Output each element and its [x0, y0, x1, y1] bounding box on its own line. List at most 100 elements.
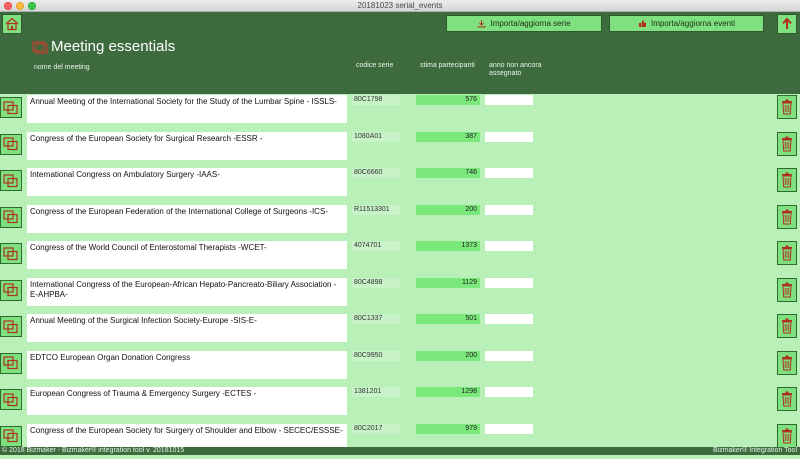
copy-icon — [3, 173, 18, 187]
duplicate-button[interactable] — [0, 279, 22, 301]
unassigned-year-field[interactable] — [485, 168, 533, 178]
meeting-name-field[interactable]: Congress of the European Society for Sur… — [27, 131, 347, 160]
delete-button[interactable] — [777, 131, 797, 156]
import-events-button[interactable]: Importa/aggiorna eventi — [609, 15, 764, 32]
status-bar: © 2018 Bizmaker - Bizmaker® integration … — [0, 447, 800, 455]
import-series-button[interactable]: Importa/aggiorna serie — [446, 15, 602, 32]
series-code-field[interactable]: 4074701 — [352, 241, 400, 251]
trash-icon — [782, 245, 792, 261]
header-bar: Importa/aggiorna serie Importa/aggiorna … — [0, 12, 800, 94]
unassigned-year-field[interactable] — [485, 241, 533, 251]
column-header-code: codice serie — [356, 62, 394, 69]
delete-button[interactable] — [777, 423, 797, 448]
status-copyright: © 2018 Bizmaker - Bizmaker® integration … — [2, 447, 185, 454]
meeting-name-field[interactable]: European Congress of Trauma & Emergency … — [27, 387, 347, 415]
participants-estimate-field[interactable]: 387 — [416, 131, 480, 142]
duplicate-button[interactable] — [0, 243, 22, 264]
unassigned-year-field[interactable] — [485, 350, 533, 361]
participants-estimate-field[interactable]: 200 — [416, 350, 480, 361]
duplicate-button[interactable] — [0, 97, 22, 118]
duplicate-button[interactable] — [0, 425, 22, 447]
home-button[interactable] — [2, 14, 22, 34]
trash-icon — [782, 355, 792, 370]
series-code-field[interactable]: 1381201 — [352, 387, 400, 397]
table-row: International Congress of the European-A… — [0, 277, 800, 313]
copy-icon — [3, 356, 18, 370]
participants-estimate-field[interactable]: 1298 — [416, 387, 480, 397]
trash-icon — [782, 172, 792, 188]
table-row: EDTCO European Organ Donation Congress 80… — [0, 350, 800, 386]
series-code-field[interactable]: 80C1337 — [352, 314, 400, 324]
participants-estimate-field[interactable]: 979 — [416, 423, 480, 434]
copy-icon — [3, 100, 18, 114]
window-titlebar: 20181023 serial_events — [0, 0, 800, 12]
series-code-field[interactable]: 80C9950 — [352, 350, 400, 361]
delete-button[interactable] — [777, 168, 797, 192]
thumbs-up-icon — [638, 20, 646, 27]
meeting-name-field[interactable]: International Congress on Ambulatory Sur… — [27, 168, 347, 196]
copy-icon — [3, 392, 18, 406]
meetings-icon — [32, 40, 48, 54]
duplicate-button[interactable] — [0, 170, 22, 191]
window-title: 20181023 serial_events — [357, 1, 443, 10]
delete-button[interactable] — [777, 277, 797, 302]
series-code-field[interactable]: 80C4898 — [352, 277, 400, 288]
series-code-field[interactable]: 80C2017 — [352, 423, 400, 434]
table-row: Annual Meeting of the International Soci… — [0, 94, 800, 130]
meeting-name-field[interactable]: International Congress of the European-A… — [27, 277, 347, 306]
participants-estimate-field[interactable]: 1129 — [416, 277, 480, 288]
unassigned-year-field[interactable] — [485, 204, 533, 215]
column-header-unassigned: anno non ancora assegnato — [489, 62, 542, 78]
series-code-field[interactable]: 80C6660 — [352, 168, 400, 178]
trash-icon — [782, 136, 792, 151]
meeting-name-field[interactable]: Congress of the World Council of Enteros… — [27, 241, 347, 269]
duplicate-button[interactable] — [0, 352, 22, 374]
participants-estimate-field[interactable]: 200 — [416, 204, 480, 215]
copy-icon — [3, 210, 18, 224]
copy-icon — [3, 319, 18, 333]
unassigned-year-field[interactable] — [485, 277, 533, 288]
table-row: International Congress on Ambulatory Sur… — [0, 167, 800, 203]
participants-estimate-field[interactable]: 746 — [416, 168, 480, 178]
delete-button[interactable] — [777, 387, 797, 411]
meeting-name-field[interactable]: Annual Meeting of the Surgical Infection… — [27, 314, 347, 342]
unassigned-year-field[interactable] — [485, 314, 533, 324]
meeting-name-field[interactable]: Congress of the European Federation of t… — [27, 204, 347, 233]
unassigned-year-field[interactable] — [485, 131, 533, 142]
series-code-field[interactable]: 1080A01 — [352, 131, 400, 142]
participants-estimate-field[interactable]: 1373 — [416, 241, 480, 251]
home-icon — [5, 17, 19, 31]
delete-button[interactable] — [777, 95, 797, 119]
duplicate-button[interactable] — [0, 316, 22, 337]
participants-estimate-field[interactable]: 501 — [416, 314, 480, 324]
upload-arrow-icon — [782, 17, 792, 29]
import-events-label: Importa/aggiorna eventi — [650, 19, 736, 28]
series-code-field[interactable]: R11513301 — [352, 204, 400, 215]
trash-icon — [782, 391, 792, 407]
participants-estimate-field[interactable]: 576 — [416, 95, 480, 105]
unassigned-year-field[interactable] — [485, 387, 533, 397]
unassigned-year-field[interactable] — [485, 95, 533, 105]
delete-button[interactable] — [777, 350, 797, 375]
meeting-name-field[interactable]: EDTCO European Organ Donation Congress — [27, 350, 347, 379]
column-header-name: nome del meeting — [34, 64, 90, 71]
delete-button[interactable] — [777, 241, 797, 265]
table-row: Annual Meeting of the Surgical Infection… — [0, 313, 800, 349]
status-app-name: Bizmaker® Integration Tool — [712, 447, 797, 454]
copy-icon — [3, 283, 18, 297]
copy-icon — [3, 246, 18, 260]
delete-button[interactable] — [777, 204, 797, 229]
series-code-field[interactable]: 80C1798 — [352, 95, 400, 105]
table-row: Congress of the World Council of Enteros… — [0, 240, 800, 276]
page-title-text: Meeting essentials — [51, 38, 176, 55]
copy-icon — [3, 429, 18, 443]
unassigned-year-field[interactable] — [485, 423, 533, 434]
duplicate-button[interactable] — [0, 206, 22, 228]
duplicate-button[interactable] — [0, 133, 22, 155]
duplicate-button[interactable] — [0, 389, 22, 410]
download-icon — [477, 20, 486, 28]
upload-button[interactable] — [777, 14, 797, 34]
trash-icon — [782, 209, 792, 224]
delete-button[interactable] — [777, 314, 797, 338]
meeting-name-field[interactable]: Annual Meeting of the International Soci… — [27, 95, 347, 123]
